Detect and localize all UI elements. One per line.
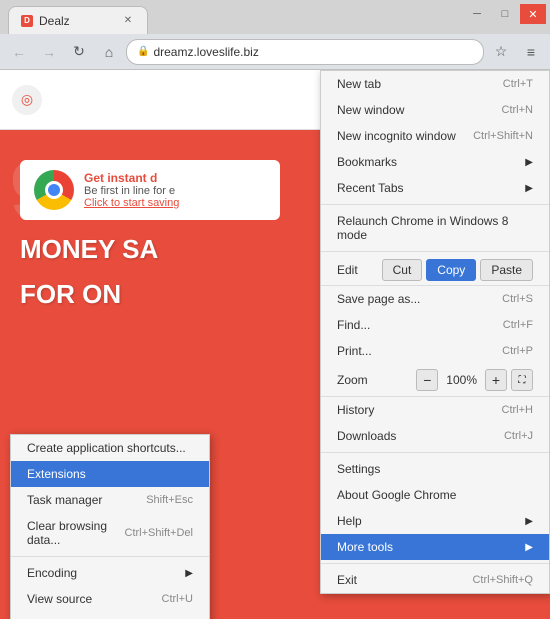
menu-item-task-manager[interactable]: Task manager Shift+Esc — [11, 487, 209, 513]
zoom-fullscreen-button[interactable]: ⛶ — [511, 369, 533, 391]
zoom-plus-button[interactable]: + — [485, 369, 507, 391]
view-source-shortcut: Ctrl+U — [162, 593, 193, 605]
forward-button[interactable]: → — [36, 39, 62, 65]
address-lock-icon: 🔒 — [137, 46, 149, 57]
zoom-label: Zoom — [337, 373, 416, 387]
reload-button[interactable]: ↻ — [66, 39, 92, 65]
menu-item-history[interactable]: History Ctrl+H — [321, 397, 549, 423]
chrome-logo — [34, 170, 74, 210]
money-text-line1: MONEY SA — [20, 234, 530, 265]
menu-divider-3 — [321, 452, 549, 453]
more-tools-divider — [11, 556, 209, 557]
promo-subtext: Be first in line for e — [84, 185, 179, 197]
clear-browsing-shortcut: Ctrl+Shift+Del — [125, 527, 193, 539]
back-button[interactable]: ← — [6, 39, 32, 65]
site-logo: ◎ — [12, 85, 42, 115]
bookmark-star-button[interactable]: ☆ — [488, 39, 514, 65]
print-shortcut: Ctrl+P — [502, 345, 533, 357]
task-manager-shortcut: Shift+Esc — [146, 494, 193, 506]
close-button[interactable]: ✕ — [520, 4, 546, 24]
menu-item-settings[interactable]: Settings — [321, 456, 549, 482]
encoding-arrow-icon: ▶ — [185, 568, 193, 579]
address-url: dreamz.loveslife.biz — [153, 45, 258, 59]
promo-box: Get instant d Be first in line for e Cli… — [20, 160, 280, 220]
zoom-section: Zoom − 100% + ⛶ — [321, 364, 549, 397]
address-bar[interactable]: 🔒 dreamz.loveslife.biz — [126, 39, 484, 65]
zoom-value: 100% — [438, 373, 485, 387]
tab-close-button[interactable]: ✕ — [121, 14, 135, 28]
exit-shortcut: Ctrl+Shift+Q — [472, 574, 533, 586]
menu-item-about[interactable]: About Google Chrome — [321, 482, 549, 508]
money-text-line2: FOR ON — [20, 279, 530, 310]
more-tools-arrow-icon: ▶ — [525, 542, 533, 553]
menu-item-view-source[interactable]: View source Ctrl+U — [11, 586, 209, 612]
help-arrow-icon: ▶ — [525, 516, 533, 527]
chrome-menu-button[interactable]: ≡ — [518, 39, 544, 65]
tab-title: Dealz — [39, 14, 70, 28]
menu-item-clear-browsing[interactable]: Clear browsing data... Ctrl+Shift+Del — [11, 513, 209, 553]
window-controls: ─ □ ✕ — [464, 4, 546, 24]
browser-tab[interactable]: D Dealz ✕ — [8, 6, 148, 34]
more-tools-submenu: Create application shortcuts... Extensio… — [10, 434, 210, 619]
menu-item-create-shortcuts[interactable]: Create application shortcuts... — [11, 435, 209, 461]
page-content: ◎ 🛒 9 Get instant d Be first in line for… — [0, 70, 550, 619]
browser-window: D Dealz ✕ ─ □ ✕ ← → ↻ ⌂ 🔒 dreamz.lovesli… — [0, 0, 550, 619]
menu-item-exit[interactable]: Exit Ctrl+Shift+Q — [321, 567, 549, 593]
page-header: ◎ 🛒 — [0, 70, 550, 130]
menu-item-extensions[interactable]: Extensions — [11, 461, 209, 487]
cart-icon: 🛒 — [511, 87, 538, 113]
page-body: 9 Get instant d Be first in line for e C… — [0, 130, 550, 330]
menu-divider-4 — [321, 563, 549, 564]
history-shortcut: Ctrl+H — [502, 404, 533, 416]
toolbar: ← → ↻ ⌂ 🔒 dreamz.loveslife.biz ☆ ≡ — [0, 34, 550, 70]
menu-item-more-tools[interactable]: More tools ▶ — [321, 534, 549, 560]
home-button[interactable]: ⌂ — [96, 39, 122, 65]
promo-text: Get instant d Be first in line for e Cli… — [84, 171, 179, 209]
promo-link[interactable]: Click to start saving — [84, 197, 179, 209]
menu-item-downloads[interactable]: Downloads Ctrl+J — [321, 423, 549, 449]
promo-headline: Get instant d — [84, 171, 179, 185]
maximize-button[interactable]: □ — [492, 4, 518, 24]
minimize-button[interactable]: ─ — [464, 4, 490, 24]
menu-item-developer-tools[interactable]: Developer tools Ctrl+Shift+I — [11, 612, 209, 619]
tab-favicon: D — [21, 15, 33, 27]
menu-item-help[interactable]: Help ▶ — [321, 508, 549, 534]
tab-bar: D Dealz ✕ ─ □ ✕ — [0, 0, 550, 34]
menu-item-encoding[interactable]: Encoding ▶ — [11, 560, 209, 586]
menu-item-print[interactable]: Print... Ctrl+P — [321, 338, 549, 364]
downloads-shortcut: Ctrl+J — [504, 430, 533, 442]
zoom-minus-button[interactable]: − — [416, 369, 438, 391]
